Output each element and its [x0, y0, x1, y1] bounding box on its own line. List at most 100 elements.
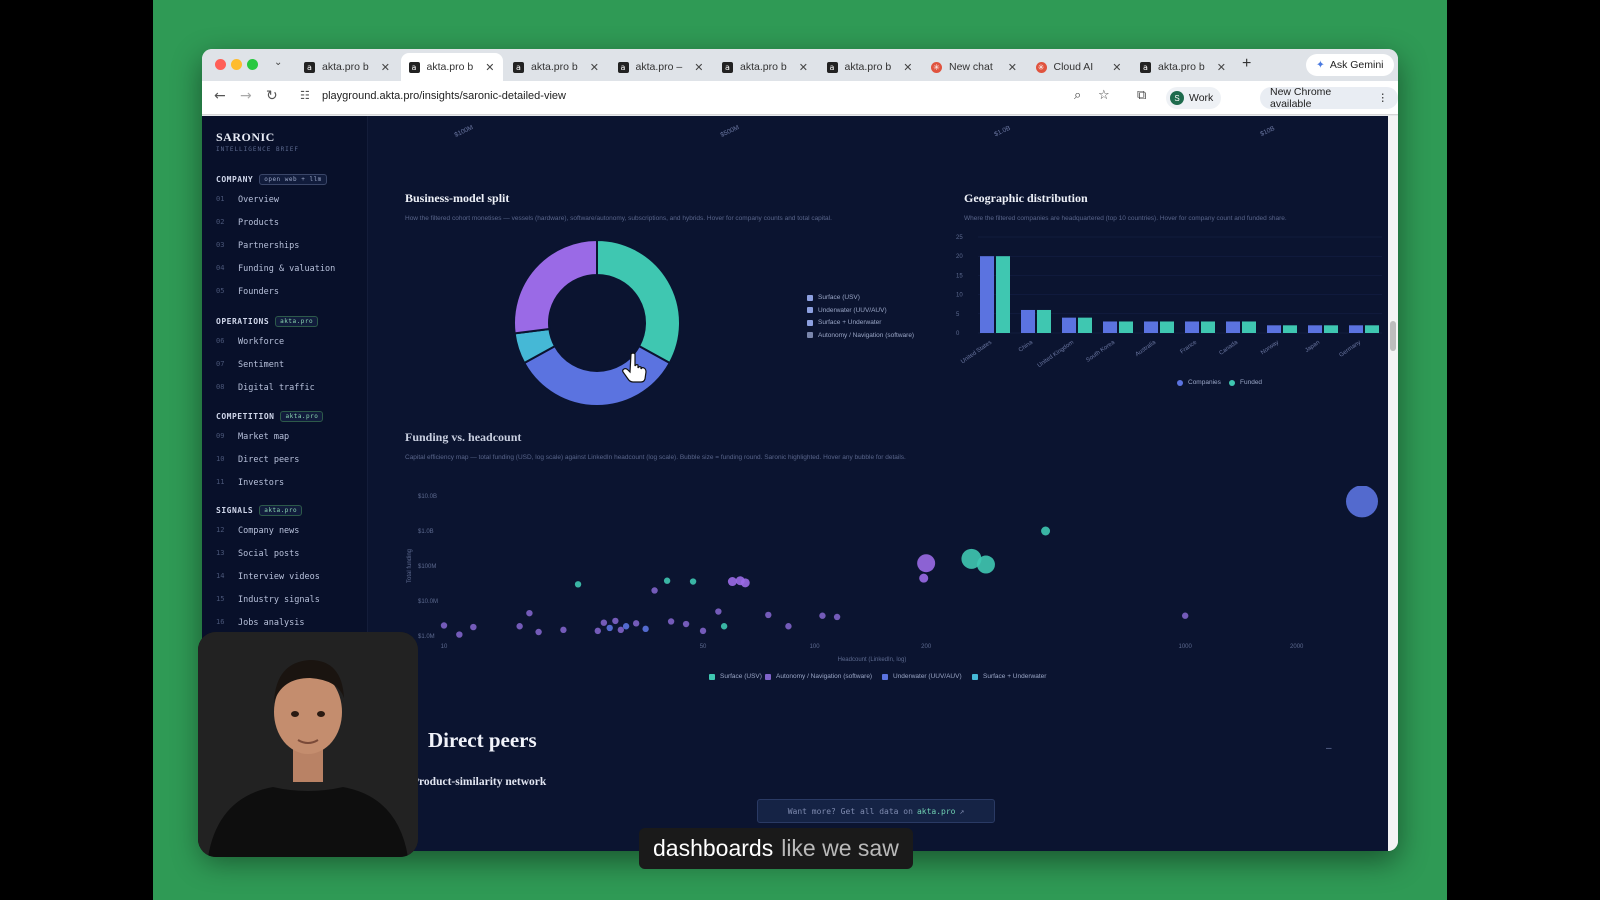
- bar[interactable]: [1062, 317, 1076, 333]
- close-tab-icon[interactable]: ✕: [590, 61, 599, 74]
- scatter-point[interactable]: [642, 625, 649, 633]
- scatter-point[interactable]: [617, 626, 625, 634]
- browser-tab[interactable]: a akta.pro b ✕: [1132, 53, 1234, 81]
- browser-tab[interactable]: a akta.pro b ✕: [714, 53, 816, 81]
- browser-tab[interactable]: a akta.pro – ✕: [610, 53, 712, 81]
- close-tab-icon[interactable]: ✕: [1008, 61, 1017, 74]
- scatter-point[interactable]: [440, 622, 448, 629]
- scatter-point[interactable]: [917, 554, 936, 573]
- bar[interactable]: [1103, 321, 1117, 333]
- scrollbar-thumb[interactable]: [1390, 321, 1396, 351]
- sidebar-item-funding-valuation[interactable]: 04 Funding & valuation: [216, 264, 335, 274]
- bar[interactable]: [996, 256, 1010, 333]
- bar[interactable]: [1283, 325, 1297, 333]
- get-data-cta-button[interactable]: Want more? Get all data on akta.pro ↗: [757, 799, 995, 823]
- sidebar-item-market-map[interactable]: 09 Market map: [216, 432, 289, 442]
- scatter-point[interactable]: [470, 623, 477, 631]
- scatter-point[interactable]: [976, 555, 995, 574]
- bar[interactable]: [1078, 317, 1092, 333]
- close-tab-icon[interactable]: ✕: [799, 61, 808, 74]
- bar[interactable]: [1349, 325, 1363, 333]
- scatter-point[interactable]: [689, 578, 697, 585]
- sidebar-item-social-posts[interactable]: 13 Social posts: [216, 549, 299, 559]
- bar[interactable]: [1185, 321, 1199, 333]
- bar[interactable]: [1267, 325, 1281, 333]
- scatter-point[interactable]: [606, 624, 613, 632]
- close-tab-icon[interactable]: ✕: [1217, 61, 1226, 74]
- bar[interactable]: [980, 256, 994, 333]
- bar[interactable]: [1037, 309, 1051, 333]
- scatter-point[interactable]: [819, 612, 826, 619]
- scatter-point[interactable]: [526, 609, 533, 617]
- scatter-point[interactable]: [456, 631, 463, 638]
- close-tab-icon[interactable]: ✕: [1112, 61, 1121, 74]
- scatter-point[interactable]: [682, 620, 690, 628]
- close-tab-icon[interactable]: ✕: [381, 61, 390, 74]
- new-tab-button[interactable]: +: [1242, 55, 1251, 73]
- scatter-point[interactable]: [919, 573, 929, 583]
- close-tab-icon[interactable]: ✕: [903, 61, 912, 74]
- scatter-point[interactable]: [600, 619, 608, 626]
- minimize-window-button[interactable]: [231, 59, 242, 70]
- sidebar-item-investors[interactable]: 11 Investors: [216, 478, 284, 488]
- scatter-point[interactable]: [740, 578, 750, 588]
- sidebar-item-direct-peers[interactable]: 10 Direct peers: [216, 455, 299, 465]
- scatter-point[interactable]: [632, 620, 640, 627]
- update-chrome-button[interactable]: New Chrome available ⋮: [1260, 86, 1398, 110]
- sidebar-item-overview[interactable]: 01 Overview: [216, 195, 279, 205]
- close-tab-icon[interactable]: ✕: [694, 61, 703, 74]
- bar[interactable]: [1021, 309, 1035, 333]
- scatter-point[interactable]: [1041, 526, 1051, 536]
- sidebar-item-industry-signals[interactable]: 15 Industry signals: [216, 595, 320, 605]
- scatter-point[interactable]: [833, 613, 841, 621]
- scatter-point[interactable]: [663, 577, 671, 584]
- browser-tab[interactable]: a akta.pro b ✕: [400, 53, 503, 81]
- zoom-icon[interactable]: ⌕: [1074, 88, 1081, 103]
- sidebar-item-products[interactable]: 02 Products: [216, 218, 279, 228]
- page-scrollbar[interactable]: [1388, 116, 1398, 851]
- browser-tab[interactable]: a akta.pro b ✕: [819, 53, 921, 81]
- scatter-point[interactable]: [560, 626, 567, 634]
- sidebar-item-founders[interactable]: 05 Founders: [216, 287, 279, 297]
- bar[interactable]: [1324, 325, 1338, 333]
- bar[interactable]: [1242, 321, 1256, 333]
- scatter-point[interactable]: [667, 618, 675, 625]
- browser-tab[interactable]: ✳ Cloud AI ✕: [1028, 53, 1130, 81]
- sidebar-item-sentiment[interactable]: 07 Sentiment: [216, 360, 284, 370]
- bookmark-star-icon[interactable]: ☆: [1098, 88, 1110, 103]
- bar[interactable]: [1119, 321, 1133, 333]
- sidebar-item-company-news[interactable]: 12 Company news: [216, 526, 299, 536]
- maximize-window-button[interactable]: [247, 59, 258, 70]
- donut-slice[interactable]: [596, 238, 681, 365]
- scatter-point[interactable]: [785, 623, 792, 630]
- scatter-point[interactable]: [622, 623, 630, 630]
- bar[interactable]: [1308, 325, 1322, 333]
- scatter-point[interactable]: [535, 628, 542, 636]
- extensions-puzzle-icon[interactable]: ⧉: [1137, 88, 1146, 103]
- scatter-point[interactable]: [727, 577, 737, 587]
- scatter-point[interactable]: [516, 623, 523, 630]
- close-tab-icon[interactable]: ✕: [485, 61, 494, 74]
- scatter-point[interactable]: [574, 581, 582, 588]
- scatter-point[interactable]: [699, 627, 707, 635]
- forward-arrow-icon[interactable]: →: [240, 88, 252, 104]
- donut-slice[interactable]: [513, 238, 598, 335]
- scatter-point[interactable]: [715, 608, 722, 615]
- scatter-point[interactable]: [612, 617, 619, 625]
- sidebar-item-partnerships[interactable]: 03 Partnerships: [216, 241, 299, 251]
- collapse-icon[interactable]: –: [1326, 743, 1332, 754]
- scatter-point[interactable]: [765, 611, 772, 619]
- tab-search-icon[interactable]: ⌄: [274, 57, 282, 68]
- bar[interactable]: [1365, 325, 1379, 333]
- scatter-point[interactable]: [651, 587, 658, 594]
- scatter-point[interactable]: [1181, 612, 1189, 619]
- site-settings-icon[interactable]: ☷: [300, 89, 310, 102]
- sidebar-item-digital-traffic[interactable]: 08 Digital traffic: [216, 383, 315, 393]
- address-bar[interactable]: playground.akta.pro/insights/saronic-det…: [322, 90, 566, 102]
- browser-tab[interactable]: a akta.pro b ✕: [505, 53, 607, 81]
- scatter-point[interactable]: [1346, 486, 1378, 518]
- scatter-point[interactable]: [720, 623, 728, 630]
- sidebar-item-jobs-analysis[interactable]: 16 Jobs analysis: [216, 618, 305, 628]
- sidebar-item-interview-videos[interactable]: 14 Interview videos: [216, 572, 320, 582]
- sidebar-item-workforce[interactable]: 06 Workforce: [216, 337, 284, 347]
